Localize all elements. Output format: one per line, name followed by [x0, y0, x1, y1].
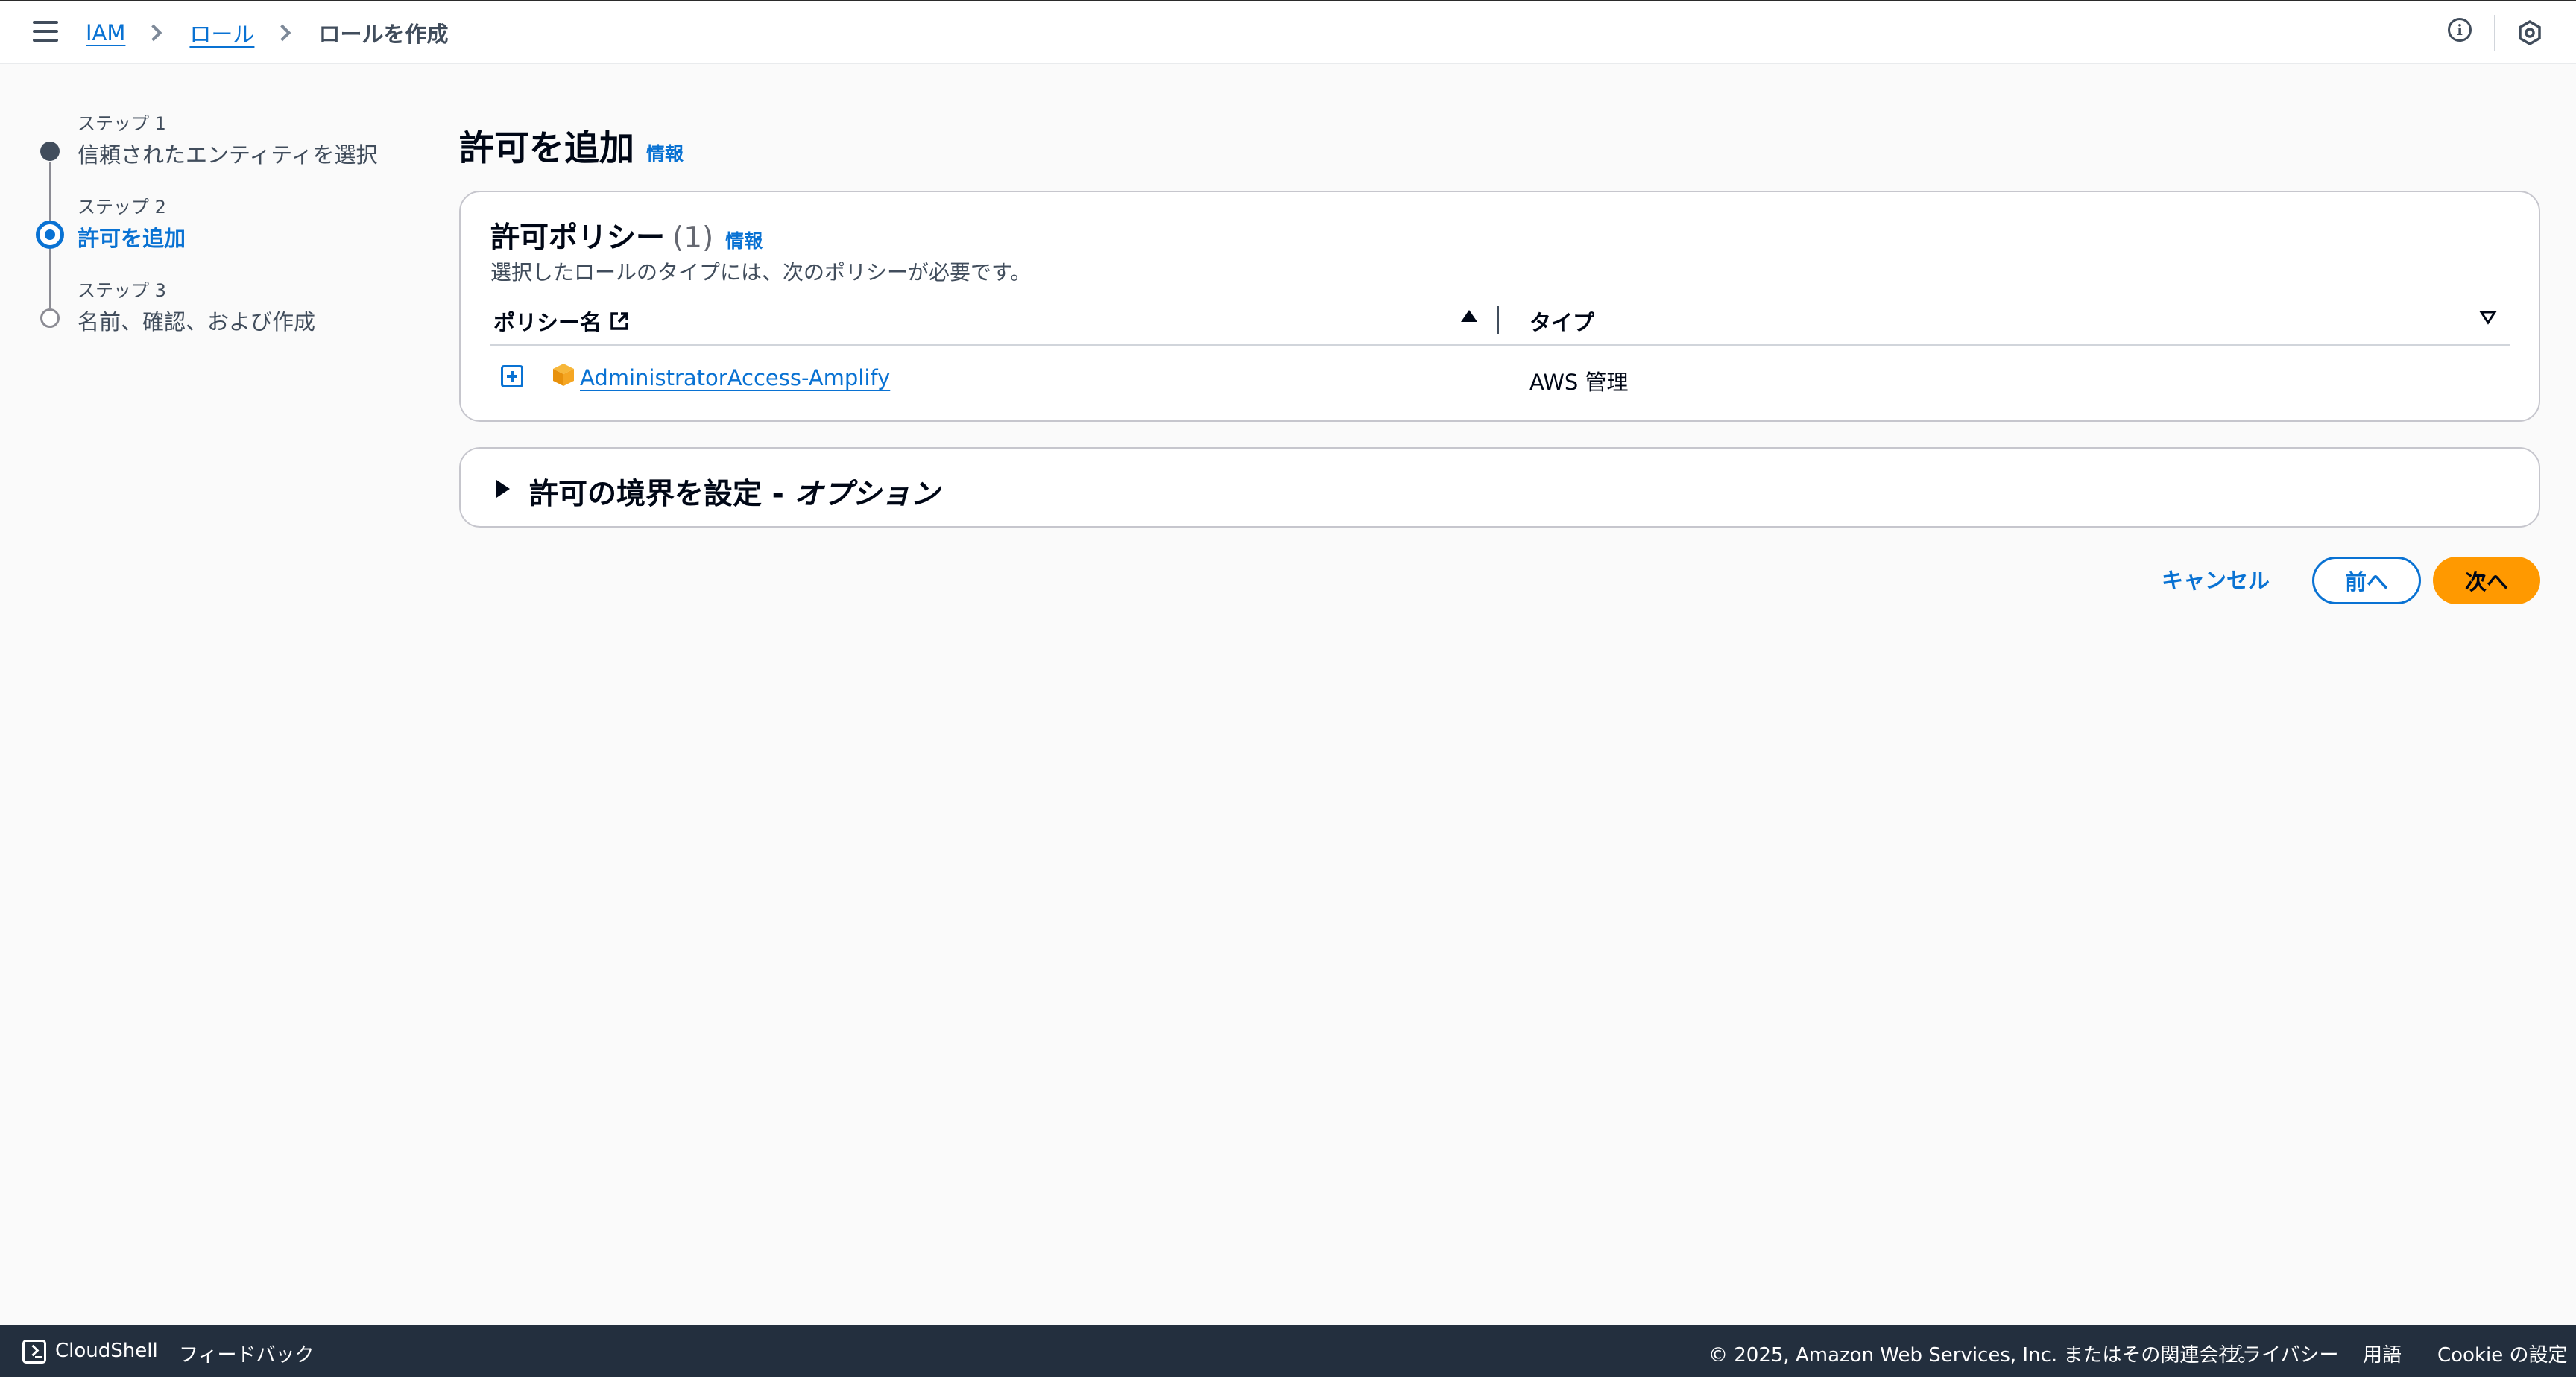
step-complete-icon: [40, 142, 60, 161]
breadcrumb-iam[interactable]: IAM: [86, 20, 125, 45]
permissions-boundary-section[interactable]: 許可の境界を設定 - オプション: [459, 447, 2540, 528]
table-row: AdministratorAccess-Amplify AWS 管理: [490, 346, 2510, 408]
policy-name-link[interactable]: AdministratorAccess-Amplify: [580, 365, 890, 390]
step-pending-icon: [40, 308, 60, 328]
previous-button[interactable]: 前へ: [2312, 557, 2421, 604]
step-1: ステップ 1 信頼されたエンティティを選択: [78, 109, 378, 169]
breadcrumb-roles[interactable]: ロール: [189, 17, 254, 48]
step-title: 名前、確認、および作成: [78, 309, 316, 335]
step-3: ステップ 3 名前、確認、および作成: [78, 276, 315, 336]
divider: [2494, 15, 2496, 51]
policy-type: AWS 管理: [1530, 370, 1629, 395]
table-header: ポリシー名 タイプ: [490, 292, 2510, 346]
chevron-right-icon: [274, 24, 291, 42]
page-header: 許可を追加 情報: [459, 119, 684, 171]
breadcrumb: IAM ロール ロールを作成: [86, 16, 448, 49]
chevron-right-icon: [145, 24, 162, 42]
top-navigation: IAM ロール ロールを作成 i: [0, 0, 2576, 64]
column-resizer[interactable]: [1497, 306, 1499, 334]
page-title: 許可を追加: [459, 128, 634, 169]
step-label: ステップ 1: [78, 113, 166, 134]
info-icon[interactable]: i: [2448, 18, 2472, 42]
console-footer: CloudShell フィードバック © 2025, Amazon Web Se…: [0, 1325, 2576, 1377]
external-link-icon: [610, 312, 628, 330]
expand-icon[interactable]: [501, 365, 523, 387]
cookie-settings-link[interactable]: Cookie の設定: [2437, 1340, 2568, 1367]
column-header-type[interactable]: タイプ: [1530, 306, 1594, 337]
step-label: ステップ 2: [78, 197, 166, 218]
step-title[interactable]: 信頼されたエンティティを選択: [78, 138, 378, 169]
card-title: 許可ポリシー: [490, 221, 666, 255]
terms-link[interactable]: 用語: [2363, 1340, 2402, 1367]
step-2: ステップ 2 許可を追加: [78, 192, 186, 253]
section-title-optional: オプション: [794, 478, 940, 511]
card-header: 許可ポリシー (1) 情報: [490, 215, 763, 256]
step-title: 許可を追加: [78, 226, 186, 251]
section-title: 許可の境界を設定 - オプション: [529, 471, 939, 513]
step-current-icon: [36, 221, 64, 249]
card-description: 選択したロールのタイプには、次のポリシーが必要です。: [490, 260, 1032, 285]
section-title-text: 許可の境界を設定 -: [529, 478, 795, 511]
aws-managed-policy-icon: [553, 364, 574, 386]
step-label: ステップ 3: [78, 280, 166, 301]
sort-ascending-icon[interactable]: [1461, 310, 1477, 322]
breadcrumb-current: ロールを作成: [318, 22, 449, 47]
caret-right-icon: [496, 480, 510, 498]
cloudshell-link[interactable]: CloudShell: [55, 1340, 158, 1362]
policy-count: (1): [672, 221, 714, 255]
feedback-link[interactable]: フィードバック: [179, 1340, 314, 1367]
permissions-policies-card: 許可ポリシー (1) 情報 選択したロールのタイプには、次のポリシーが必要です。…: [459, 191, 2540, 422]
column-label: ポリシー名: [493, 310, 602, 335]
cloudshell-icon[interactable]: [22, 1340, 46, 1364]
sort-descending-icon[interactable]: [2479, 310, 2497, 325]
next-button[interactable]: 次へ: [2433, 557, 2540, 604]
cancel-button[interactable]: キャンセル: [2162, 556, 2270, 605]
info-link[interactable]: 情報: [646, 139, 684, 166]
step-connector: [49, 249, 51, 308]
info-link[interactable]: 情報: [725, 227, 763, 253]
column-header-policy-name[interactable]: ポリシー名: [493, 306, 630, 337]
step-connector: [49, 162, 51, 221]
copyright-text: © 2025, Amazon Web Services, Inc. またはその関…: [1708, 1344, 2258, 1367]
settings-icon[interactable]: [2515, 18, 2545, 48]
menu-icon[interactable]: [33, 21, 58, 42]
privacy-link[interactable]: プライバシー: [2223, 1340, 2338, 1367]
